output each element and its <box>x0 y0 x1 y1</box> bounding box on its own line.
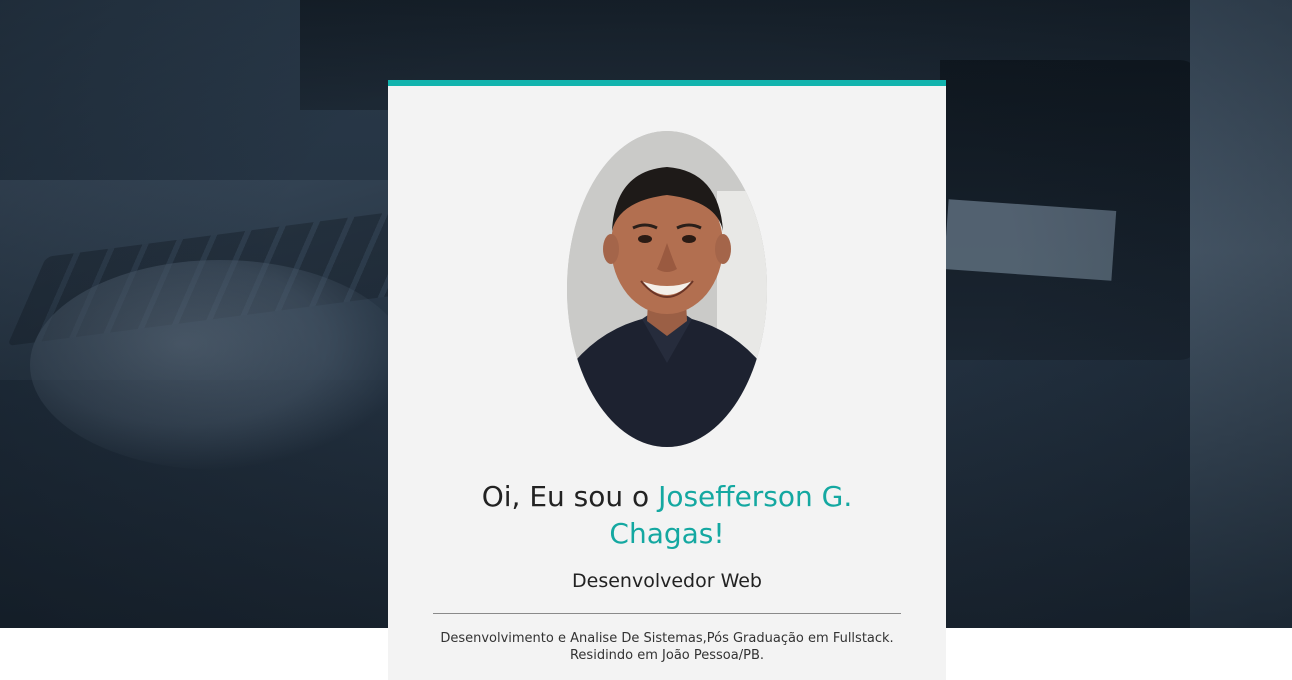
job-title: Desenvolvedor Web <box>572 570 762 592</box>
divider <box>433 613 901 614</box>
avatar <box>567 131 767 447</box>
greeting-prefix: Oi, Eu sou o <box>481 480 659 513</box>
profile-card: Oi, Eu sou o Josefferson G. Chagas! Dese… <box>388 80 946 680</box>
profile-photo <box>567 131 767 447</box>
bio-text: Desenvolvimento e Analise De Sistemas,Pó… <box>440 631 894 663</box>
greeting-heading: Oi, Eu sou o Josefferson G. Chagas! <box>428 478 906 552</box>
